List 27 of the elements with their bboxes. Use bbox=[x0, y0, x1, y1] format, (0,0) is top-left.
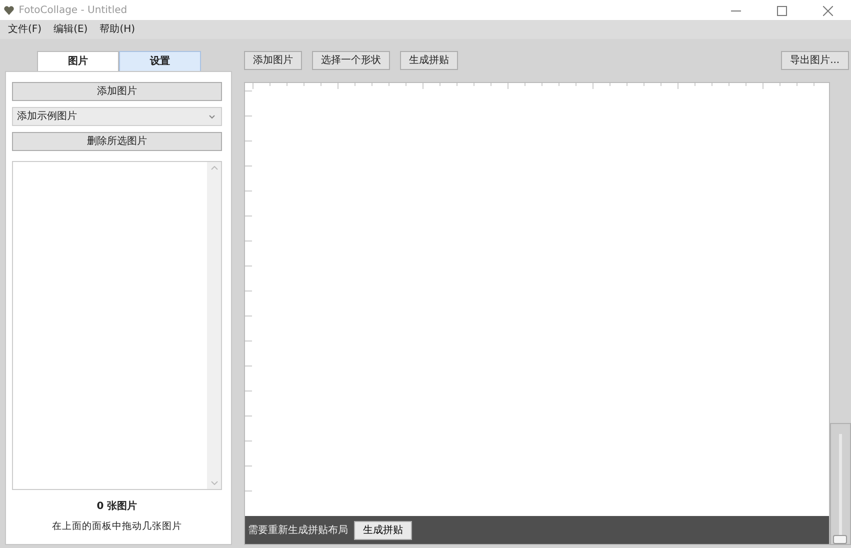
collage-canvas[interactable] bbox=[245, 83, 829, 516]
image-count: 0 张图片 bbox=[96, 500, 138, 514]
toolbar-button[interactable]: 添加图片 bbox=[244, 51, 302, 70]
tab[interactable]: 图片 bbox=[37, 51, 119, 71]
window-title: FotoCollage - Untitled bbox=[18, 4, 128, 18]
scrollbar[interactable] bbox=[207, 162, 221, 490]
scroll-down-icon[interactable] bbox=[210, 481, 218, 486]
zoom-slider[interactable] bbox=[830, 423, 851, 545]
remove-image-button[interactable]: 删除所选图片 bbox=[12, 132, 222, 151]
menu-item[interactable]: 文件(F) bbox=[2, 22, 48, 37]
scroll-up-icon[interactable] bbox=[210, 166, 218, 170]
caret-icon bbox=[209, 114, 215, 118]
close-icon bbox=[823, 6, 833, 16]
image-list[interactable] bbox=[12, 161, 222, 490]
sample-dropdown[interactable]: 添加示例图片 bbox=[12, 107, 222, 126]
maximize-icon bbox=[777, 6, 787, 16]
export-button[interactable]: 导出图片... bbox=[781, 51, 849, 70]
generate-button[interactable]: 生成拼贴 bbox=[354, 520, 412, 540]
hint-text: 在上面的面板中拖动几张图片 bbox=[51, 520, 183, 534]
toolbar-button[interactable]: 生成拼贴 bbox=[400, 51, 458, 70]
heart-icon bbox=[4, 6, 14, 14]
status-message: 需要重新生成拼贴布局 bbox=[248, 524, 348, 538]
add-image-button[interactable]: 添加图片 bbox=[12, 82, 222, 101]
menu-item[interactable]: 帮助(H) bbox=[94, 22, 142, 37]
menu-item[interactable]: 编辑(E) bbox=[48, 22, 94, 37]
tab[interactable]: 设置 bbox=[119, 51, 201, 71]
toolbar-button[interactable]: 选择一个形状 bbox=[312, 51, 390, 70]
